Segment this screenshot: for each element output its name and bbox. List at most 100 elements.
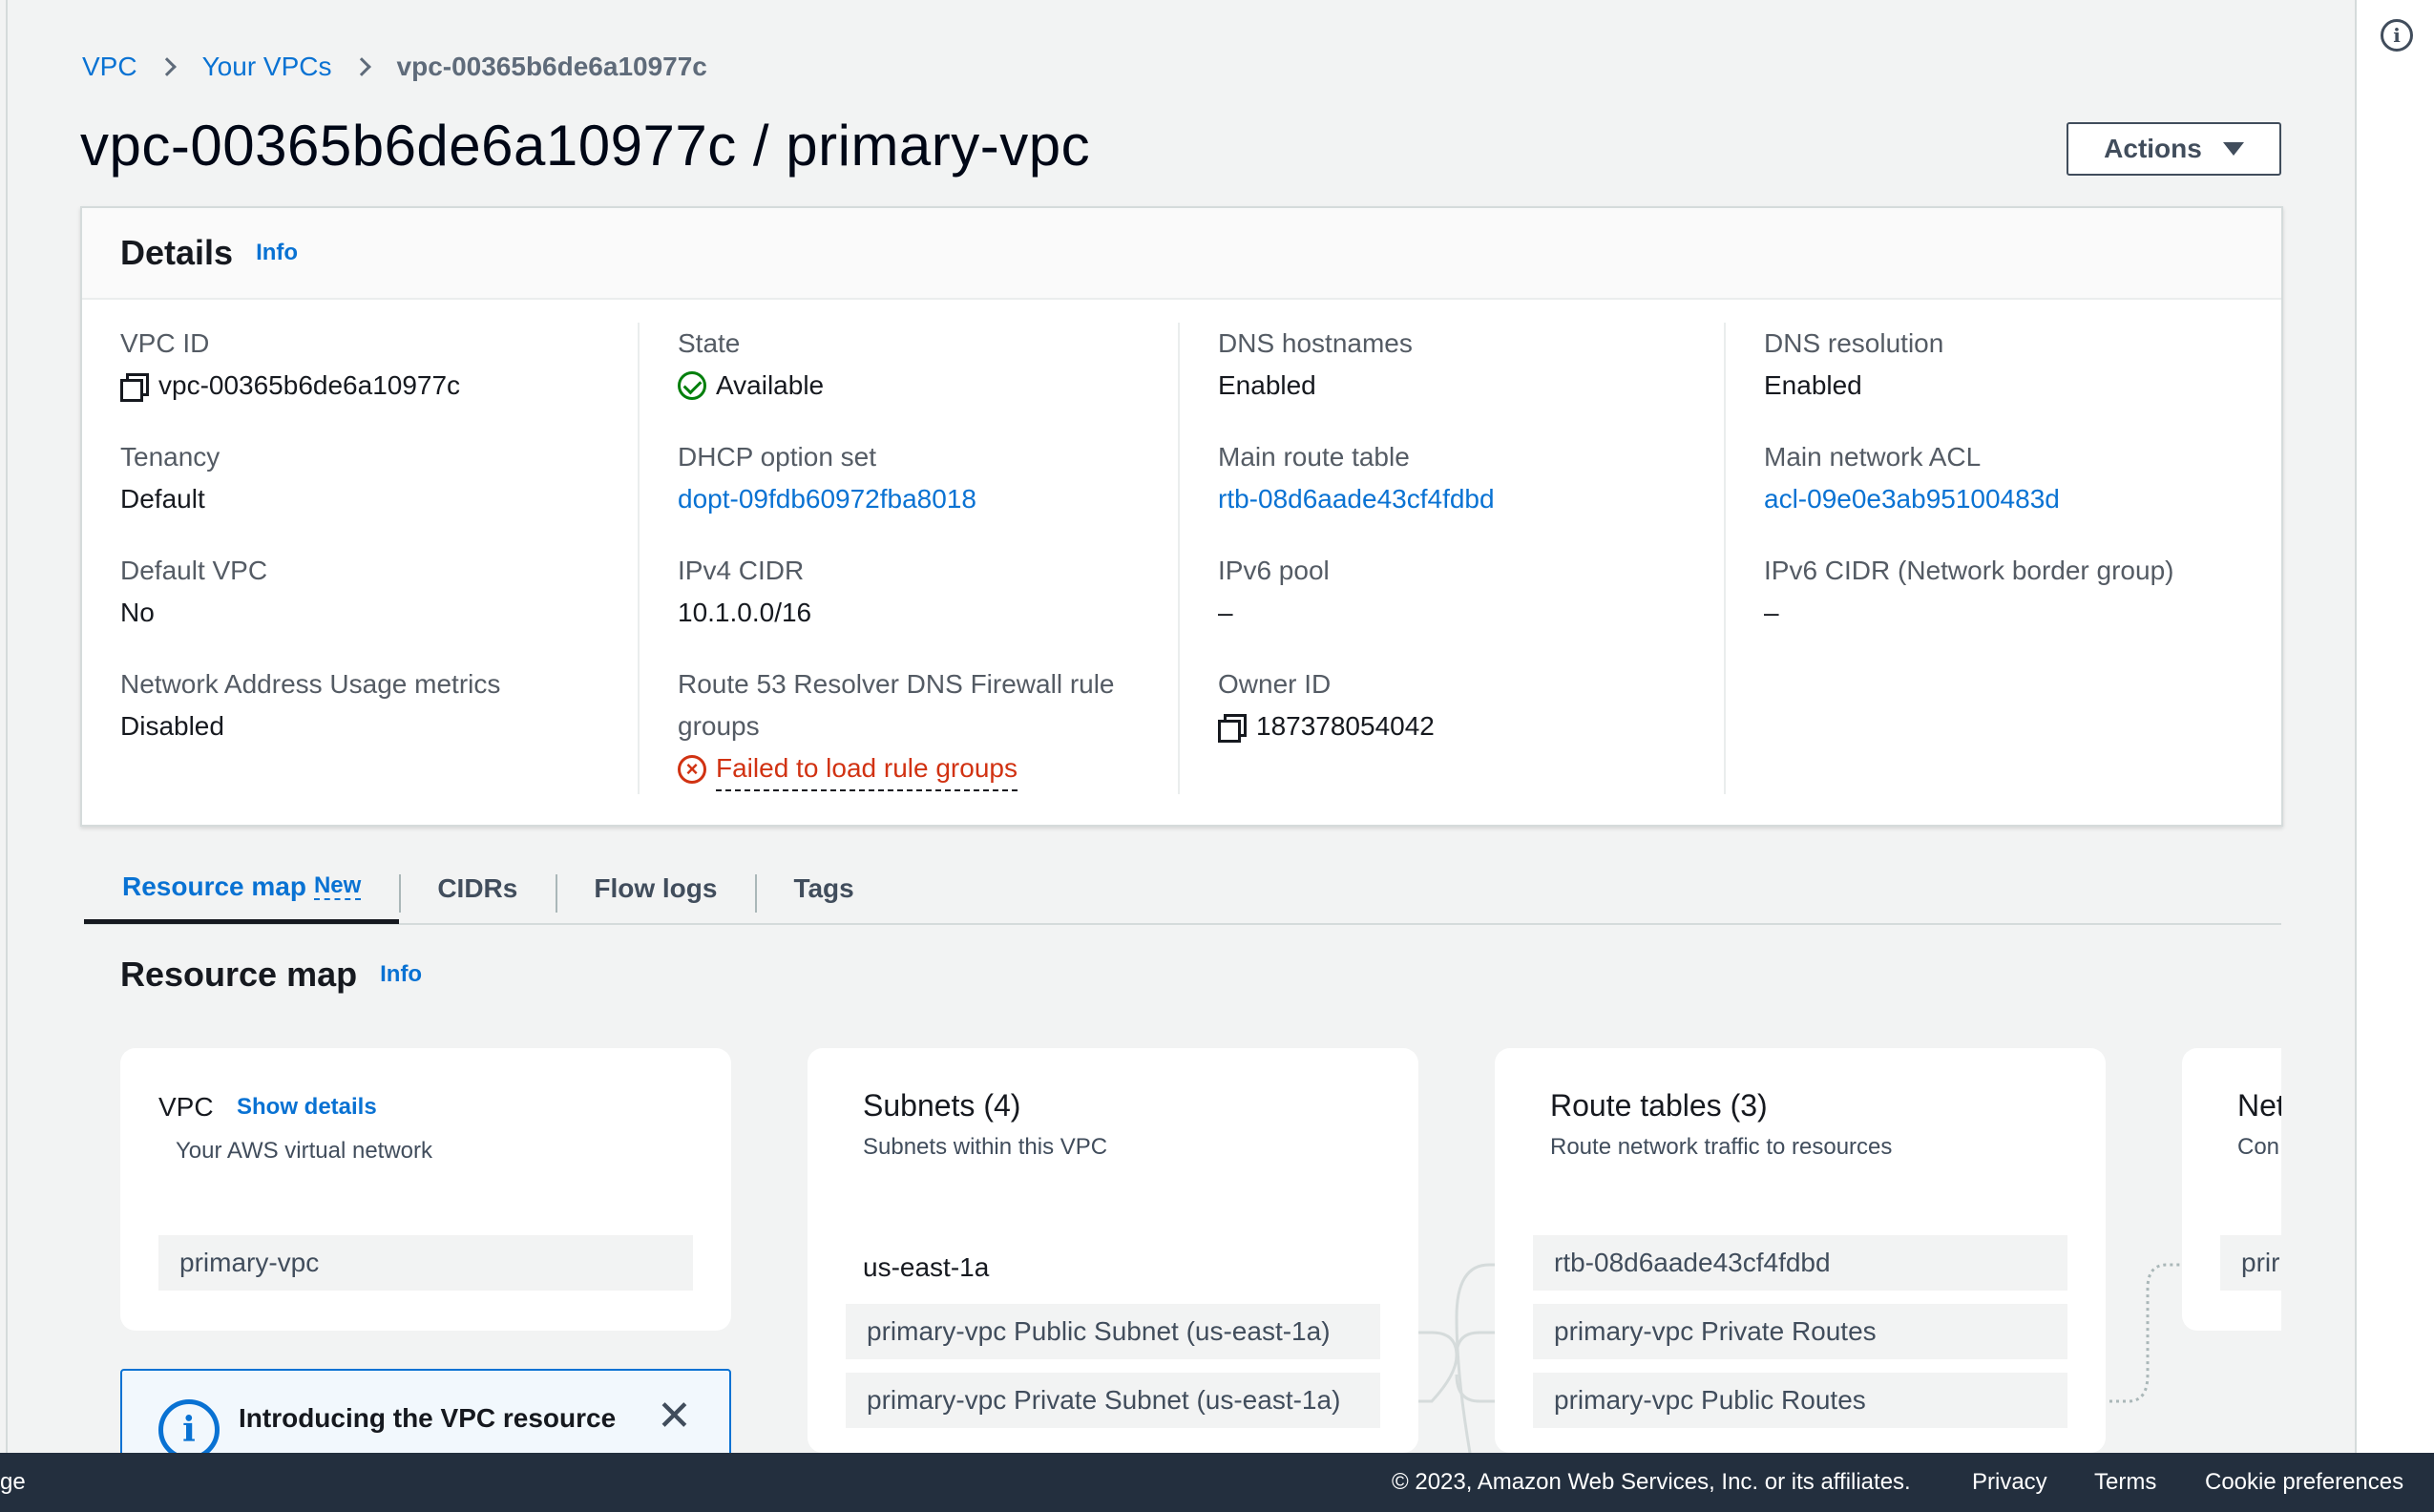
field-label: Owner ID [1218,669,1332,699]
field-label: Main route table [1218,442,1410,472]
field-label: Network Address Usage metrics [120,669,501,699]
breadcrumb-your-vpcs[interactable]: Your VPCs [202,52,332,82]
field-owner-id: Owner ID 187378054042 [1218,663,1435,747]
error-icon: × [678,755,706,784]
show-details-link[interactable]: Show details [237,1094,377,1121]
field-value: Available [678,365,824,407]
details-header: Details Info [82,208,2281,300]
resource-map-info-link[interactable]: Info [380,961,422,988]
field-value: × Failed to load rule groups [678,747,1115,791]
breadcrumb-vpc[interactable]: VPC [82,52,137,82]
vpc-card-title: VPC [158,1092,214,1122]
field-route53: Route 53 Resolver DNS Firewall rule grou… [678,663,1115,791]
field-label: DNS hostnames [1218,328,1413,358]
field-label: Default VPC [120,556,268,585]
vpc-card-subtitle: Your AWS virtual network [176,1138,433,1164]
field-ipv6-cidr: IPv6 CIDR (Network border group) – [1764,550,2173,634]
caret-down-icon [2222,142,2244,156]
field-value: Default [120,484,205,514]
status-available-icon [678,371,706,400]
copy-icon[interactable] [1218,714,1247,743]
field-value: Enabled [1764,370,1862,400]
actions-button[interactable]: Actions [2067,122,2281,176]
field-main-route-table: Main route table rtb-08d6aade43cf4fdbd [1218,436,1495,520]
chevron-right-icon [351,57,371,76]
field-label: DNS resolution [1764,328,1944,358]
tab-cidrs[interactable]: CIDRs [399,853,556,924]
field-value: – [1218,598,1233,627]
field-label: IPv6 CIDR (Network border group) [1764,556,2174,585]
subnets-card-subtitle: Subnets within this VPC [863,1134,1108,1160]
footer-left-text[interactable]: ge [0,1469,26,1496]
footer-privacy-link[interactable]: Privacy [1972,1469,2047,1496]
route-table-item-public[interactable]: primary-vpc Public Routes [1533,1373,2067,1428]
field-dhcp: DHCP option set dopt-09fdb60972fba8018 [678,436,976,520]
footer-cookie-preferences-link[interactable]: Cookie preferences [2205,1469,2403,1496]
tab-label: Resource map [122,871,306,901]
tab-tags[interactable]: Tags [755,853,892,924]
details-info-link[interactable]: Info [256,240,298,266]
info-panel-icon[interactable]: i [2381,19,2413,52]
details-column-1: VPC ID vpc-00365b6de6a10977c Tenancy Def… [82,323,628,794]
field-label: VPC ID [120,328,210,358]
field-label: DHCP option set [678,442,877,472]
tab-flow-logs[interactable]: Flow logs [556,853,755,924]
details-column-3: DNS hostnames Enabled Main route table r… [1178,323,1724,794]
network-connections-card: Net Con prir [2182,1048,2281,1331]
right-tools-rail: i [2355,0,2434,1453]
field-tenancy: Tenancy Default [120,436,220,520]
page-title: vpc-00365b6de6a10977c / primary-vpc [80,114,1091,178]
dhcp-link[interactable]: dopt-09fdb60972fba8018 [678,478,976,520]
field-value: No [120,598,155,627]
tab-label: CIDRs [437,873,518,903]
network-card-title: Net [2237,1088,2281,1123]
field-label: Main network ACL [1764,442,1982,472]
network-item[interactable]: prir [2220,1235,2281,1291]
field-value: vpc-00365b6de6a10977c [120,365,460,407]
field-label: Tenancy [120,442,220,472]
field-vpc-id: VPC ID vpc-00365b6de6a10977c [120,323,460,407]
route53-error-text[interactable]: Failed to load rule groups [716,747,1018,791]
main-acl-link[interactable]: acl-09e0e3ab95100483d [1764,478,2060,520]
tab-label: Flow logs [594,873,718,903]
route-table-item-private[interactable]: primary-vpc Private Routes [1533,1304,2067,1359]
resource-map-header: Resource map Info [120,955,422,995]
details-title: Details [120,233,234,272]
subnet-item-private[interactable]: primary-vpc Private Subnet (us-east-1a) [846,1373,1380,1428]
network-card-subtitle: Con [2237,1134,2280,1160]
route-tables-card-subtitle: Route network traffic to resources [1550,1134,1893,1160]
close-icon[interactable]: ✕ [657,1392,692,1440]
field-state: State Available [678,323,824,407]
field-ipv6-pool: IPv6 pool – [1218,550,1330,634]
field-label-cont: groups [678,711,760,741]
field-dns-hostnames: DNS hostnames Enabled [1218,323,1413,407]
field-label: State [678,328,741,358]
breadcrumb: VPC Your VPCs vpc-00365b6de6a10977c [82,48,707,86]
footer: ge © 2023, Amazon Web Services, Inc. or … [0,1453,2434,1512]
resource-map-title: Resource map [120,955,358,994]
field-ipv4-cidr: IPv4 CIDR 10.1.0.0/16 [678,550,811,634]
tab-label: Tags [793,873,854,903]
tab-resource-map[interactable]: Resource map New [84,853,400,924]
main-route-table-link[interactable]: rtb-08d6aade43cf4fdbd [1218,478,1495,520]
subnet-item-public[interactable]: primary-vpc Public Subnet (us-east-1a) [846,1304,1380,1359]
left-edge [0,0,8,1453]
chevron-right-icon [157,57,177,76]
field-dns-resolution: DNS resolution Enabled [1764,323,1943,407]
footer-terms-link[interactable]: Terms [2094,1469,2156,1496]
field-main-acl: Main network ACL acl-09e0e3ab95100483d [1764,436,2060,520]
vpc-card: VPC Show details Your AWS virtual networ… [120,1048,731,1331]
copy-icon[interactable] [120,373,149,402]
details-column-4: DNS resolution Enabled Main network ACL … [1724,323,2270,794]
availability-zone-label: us-east-1a [863,1252,990,1282]
route-table-item-main[interactable]: rtb-08d6aade43cf4fdbd [1533,1235,2067,1291]
field-label: Route 53 Resolver DNS Firewall rule [678,669,1115,699]
field-value: – [1764,598,1779,627]
breadcrumb-current: vpc-00365b6de6a10977c [396,52,707,81]
network-card-clip: Net Con prir [2182,1048,2281,1331]
field-nau-metrics: Network Address Usage metrics Disabled [120,663,500,747]
new-badge[interactable]: New [313,872,362,900]
vpc-id-value: vpc-00365b6de6a10977c [158,370,461,400]
vpc-item[interactable]: primary-vpc [158,1235,693,1291]
field-value: Disabled [120,711,224,741]
